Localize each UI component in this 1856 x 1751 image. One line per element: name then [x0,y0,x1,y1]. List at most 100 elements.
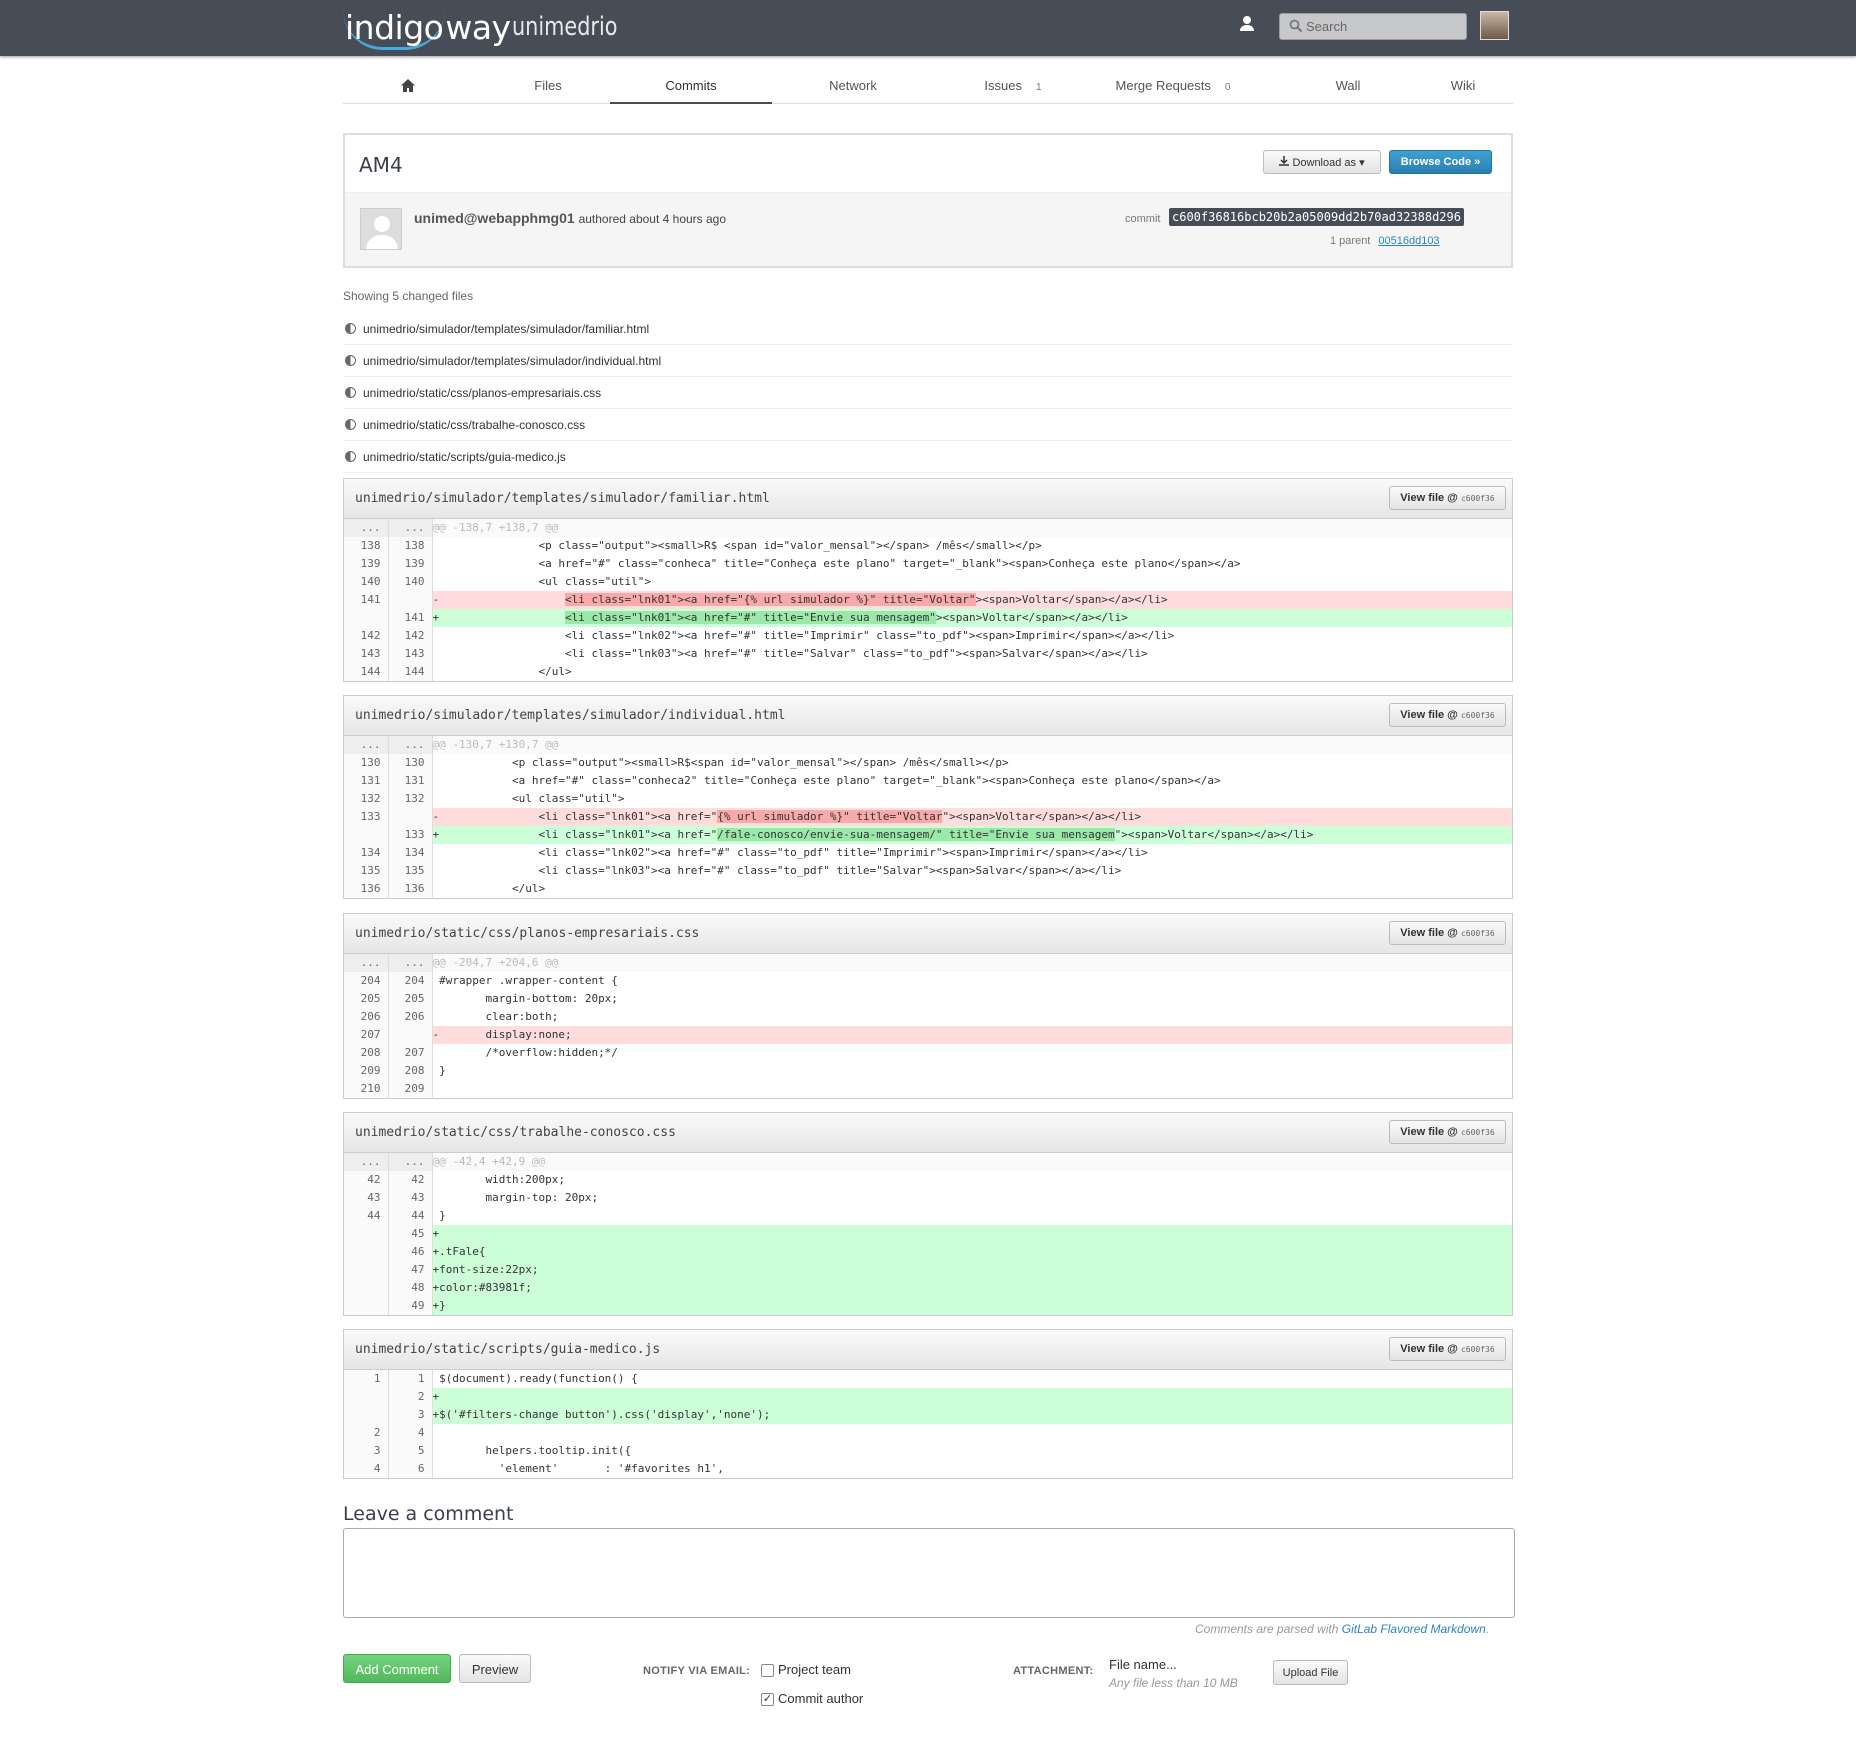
view-file-button[interactable]: View file @ c600f36 [1389,1120,1506,1144]
old-line-number[interactable]: 133 [344,808,389,826]
old-line-number[interactable] [344,1261,389,1279]
old-line-number[interactable]: 44 [344,1207,389,1225]
new-line-number[interactable]: 2 [388,1388,433,1406]
download-as-button[interactable]: Download as ▾ [1263,150,1381,174]
new-line-number[interactable]: 206 [388,1008,433,1026]
project-name[interactable]: unimedrio [512,12,617,42]
old-line-number[interactable]: ... [344,954,389,972]
old-line-number[interactable]: ... [344,736,389,754]
add-comment-button[interactable]: Add Comment [343,1654,451,1683]
tab-home[interactable] [343,64,473,104]
new-line-number[interactable]: 43 [388,1189,433,1207]
old-line-number[interactable] [344,1225,389,1243]
new-line-number[interactable]: 48 [388,1279,433,1297]
view-file-button[interactable]: View file @ c600f36 [1389,921,1506,945]
new-line-number[interactable]: 47 [388,1261,433,1279]
new-line-number[interactable]: 49 [388,1297,433,1315]
new-line-number[interactable]: 131 [388,772,433,790]
old-line-number[interactable]: ... [344,519,389,537]
new-line-number[interactable]: 5 [388,1442,433,1460]
tab-wall[interactable]: Wall [1273,64,1423,104]
browse-code-button[interactable]: Browse Code » [1389,150,1492,174]
old-line-number[interactable]: 134 [344,844,389,862]
new-line-number[interactable] [388,591,433,609]
old-line-number[interactable]: 135 [344,862,389,880]
new-line-number[interactable]: 134 [388,844,433,862]
new-line-number[interactable]: 138 [388,537,433,555]
tab-network[interactable]: Network [773,64,933,104]
old-line-number[interactable]: 210 [344,1080,389,1098]
preview-button[interactable]: Preview [459,1654,531,1683]
view-file-button[interactable]: View file @ c600f36 [1389,486,1506,510]
old-line-number[interactable]: 144 [344,663,389,681]
view-file-button[interactable]: View file @ c600f36 [1389,703,1506,727]
old-line-number[interactable]: 207 [344,1026,389,1044]
new-line-number[interactable]: 144 [388,663,433,681]
old-line-number[interactable]: 141 [344,591,389,609]
new-line-number[interactable] [388,808,433,826]
old-line-number[interactable] [344,1388,389,1406]
upload-file-button[interactable]: Upload File [1273,1660,1348,1685]
old-line-number[interactable]: 43 [344,1189,389,1207]
new-line-number[interactable]: 204 [388,972,433,990]
new-line-number[interactable] [388,1026,433,1044]
new-line-number[interactable]: 209 [388,1080,433,1098]
old-line-number[interactable]: 4 [344,1460,389,1478]
changed-file-item[interactable]: unimedrio/static/css/planos-empresariais… [343,377,1513,409]
new-line-number[interactable]: 42 [388,1171,433,1189]
commit-author[interactable]: unimed@webapphmg01 authored about 4 hour… [414,210,726,226]
search-input[interactable]: Search [1279,13,1467,40]
old-line-number[interactable]: 209 [344,1062,389,1080]
changed-file-item[interactable]: unimedrio/simulador/templates/simulador/… [343,313,1513,345]
parent-link[interactable]: 00516dd103 [1378,235,1439,247]
new-line-number[interactable]: 140 [388,573,433,591]
new-line-number[interactable]: 3 [388,1406,433,1424]
old-line-number[interactable]: 130 [344,754,389,772]
new-line-number[interactable]: 46 [388,1243,433,1261]
new-line-number[interactable]: 207 [388,1044,433,1062]
new-line-number[interactable]: ... [388,736,433,754]
old-line-number[interactable] [344,826,389,844]
new-line-number[interactable]: 44 [388,1207,433,1225]
new-line-number[interactable]: 135 [388,862,433,880]
new-line-number[interactable]: ... [388,954,433,972]
old-line-number[interactable] [344,609,389,627]
new-line-number[interactable]: ... [388,1153,433,1171]
user-icon[interactable] [1237,14,1257,34]
old-line-number[interactable]: 205 [344,990,389,1008]
old-line-number[interactable]: 139 [344,555,389,573]
new-line-number[interactable]: 45 [388,1225,433,1243]
old-line-number[interactable]: 142 [344,627,389,645]
new-line-number[interactable]: 130 [388,754,433,772]
markdown-link[interactable]: GitLab Flavored Markdown [1342,1622,1486,1636]
new-line-number[interactable]: 4 [388,1424,433,1442]
commit-author-checkbox[interactable]: ✓ [761,1693,774,1706]
new-line-number[interactable]: 1 [388,1370,433,1388]
new-line-number[interactable]: 208 [388,1062,433,1080]
old-line-number[interactable] [344,1297,389,1315]
old-line-number[interactable]: 3 [344,1442,389,1460]
old-line-number[interactable]: 42 [344,1171,389,1189]
new-line-number[interactable]: 142 [388,627,433,645]
avatar[interactable] [1480,11,1509,40]
changed-file-item[interactable]: unimedrio/simulador/templates/simulador/… [343,345,1513,377]
old-line-number[interactable]: 143 [344,645,389,663]
old-line-number[interactable]: 208 [344,1044,389,1062]
tab-issues[interactable]: Issues 1 [943,64,1083,104]
old-line-number[interactable]: ... [344,1153,389,1171]
comment-textarea[interactable] [343,1528,1515,1618]
old-line-number[interactable]: 140 [344,573,389,591]
old-line-number[interactable] [344,1279,389,1297]
changed-file-item[interactable]: unimedrio/static/css/trabalhe-conosco.cs… [343,409,1513,441]
old-line-number[interactable]: 206 [344,1008,389,1026]
old-line-number[interactable] [344,1406,389,1424]
new-line-number[interactable]: 133 [388,826,433,844]
old-line-number[interactable]: 1 [344,1370,389,1388]
new-line-number[interactable]: 205 [388,990,433,1008]
old-line-number[interactable]: 2 [344,1424,389,1442]
tab-merge-requests[interactable]: Merge Requests 0 [1083,64,1263,104]
logo[interactable]: indigoway [343,8,511,50]
old-line-number[interactable]: 204 [344,972,389,990]
changed-file-item[interactable]: unimedrio/static/scripts/guia-medico.js [343,441,1513,473]
new-line-number[interactable]: 132 [388,790,433,808]
